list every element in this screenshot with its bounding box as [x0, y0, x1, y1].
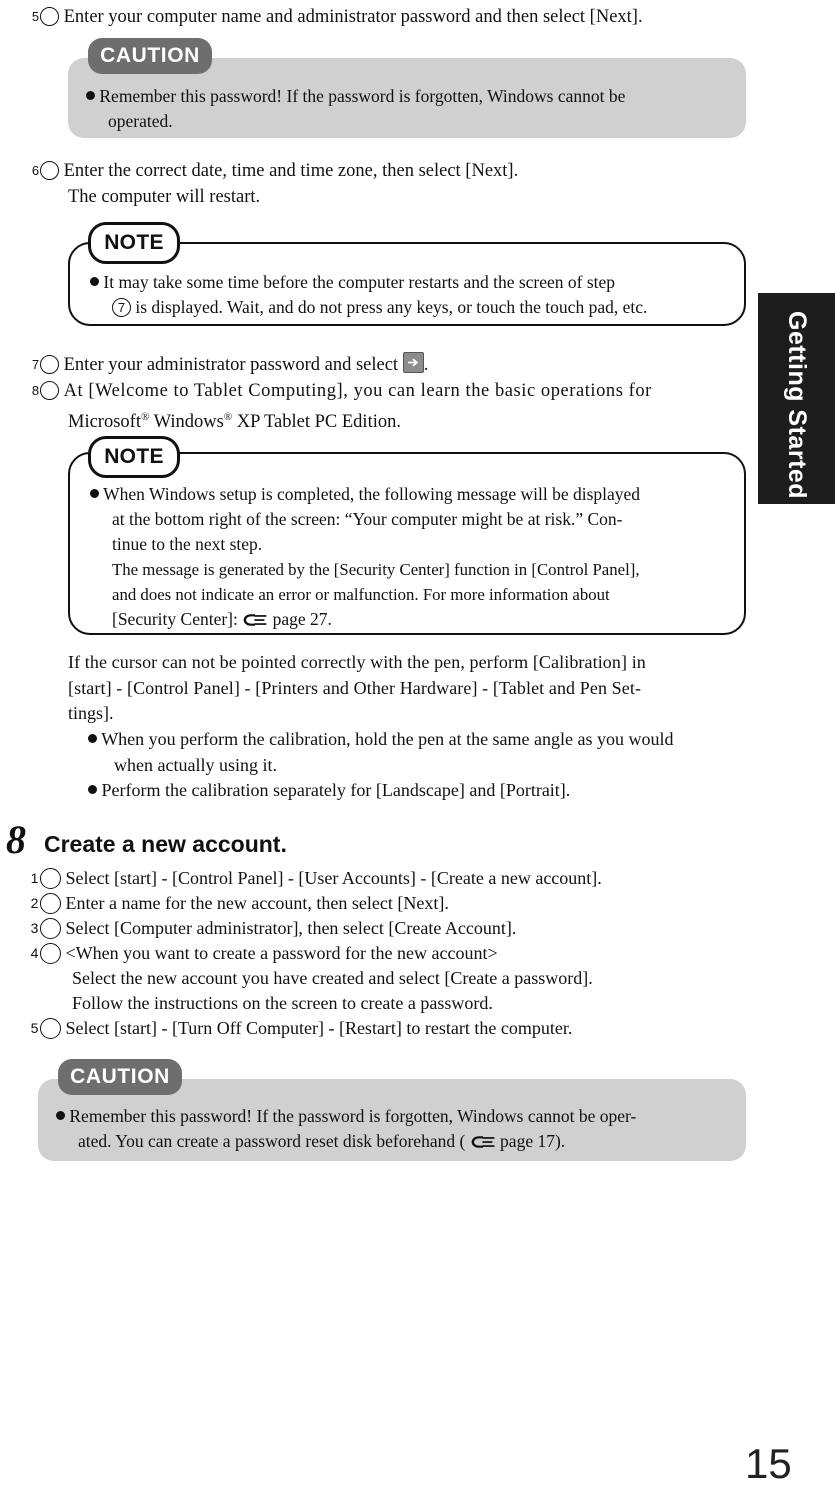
note-security-bullet: When Windows setup is completed, the fol… — [90, 482, 757, 632]
pointing-hand-icon — [470, 1132, 496, 1148]
step-6: 6 Enter the correct date, time and time … — [32, 158, 808, 210]
note-security-page-ref: page 27. — [272, 609, 332, 629]
note-restart-line1: It may take some time before the compute… — [103, 272, 616, 292]
caution-bottom-line2-prefix: ated. You can create a password reset di… — [78, 1131, 466, 1151]
section-8-item: 2 Enter a name for the new account, then… — [31, 891, 760, 916]
step-8-line1: At [Welcome to Tablet Computing], you ca… — [63, 381, 652, 401]
step-8: 8 At [Welcome to Tablet Computing], you … — [32, 378, 808, 435]
note-restart-line2: 7 is displayed. Wait, and do not press a… — [112, 295, 752, 320]
step-5: 5 Enter your computer name and administr… — [32, 4, 808, 30]
caution-top-line1: Remember this password! If the password … — [99, 86, 626, 106]
section-8-item: 4 <When you want to create a password fo… — [31, 941, 760, 1016]
step-6-marker: 6 — [32, 161, 59, 180]
note-restart-step-ref: 7 — [112, 298, 131, 317]
item-marker: 4 — [31, 943, 61, 964]
note-security-line4: The message is generated by the [Securit… — [112, 560, 640, 579]
caution-bottom-page-ref: page 17). — [500, 1131, 566, 1151]
item-line: <When you want to create a password for … — [65, 943, 498, 963]
calibration-bullet-1: When you perform the calibration, hold t… — [88, 727, 784, 778]
side-tab-getting-started: Getting Started — [758, 293, 835, 504]
section-8-item: 5 Select [start] - [Turn Off Computer] -… — [31, 1016, 760, 1041]
item-marker: 1 — [31, 868, 61, 889]
page-number: 15 — [745, 1440, 792, 1487]
step-7-text-after: . — [423, 355, 429, 375]
step-5-marker: 5 — [32, 7, 59, 26]
registered-mark-icon: ® — [223, 411, 233, 423]
item-line: Enter a name for the new account, then s… — [65, 893, 449, 913]
item-line: Select the new account you have created … — [72, 968, 593, 988]
caution-bottom-line2: ated. You can create a password reset di… — [78, 1129, 758, 1154]
item-line: Follow the instructions on the screen to… — [72, 993, 493, 1013]
bullet-icon — [90, 277, 99, 286]
note-security-line2: at the bottom right of the screen: “Your… — [112, 509, 623, 529]
step-8-line2-c: XP Tablet PC Edition. — [232, 412, 401, 433]
calibration-bullet2-text: Perform the calibration separately for [… — [101, 780, 571, 800]
item-line: Select [Computer administrator], then se… — [65, 918, 517, 938]
calibration-line3: tings]. — [68, 703, 114, 723]
note-tab-restart-label: NOTE — [88, 222, 180, 264]
section-8-title: Create a new account. — [44, 831, 287, 857]
note-restart-bullet: It may take some time before the compute… — [90, 270, 752, 320]
step-6-line2: The computer will restart. — [68, 187, 261, 207]
step-8-line2-b: Windows — [149, 412, 224, 433]
section-8-list: 1 Select [start] - [Control Panel] - [Us… — [31, 866, 760, 1041]
caution-tab-bottom-label: CAUTION — [58, 1059, 182, 1095]
step-7-marker: 7 — [32, 355, 59, 374]
note-tab-security-label: NOTE — [88, 436, 180, 478]
caution-tab-top-label: CAUTION — [88, 38, 212, 74]
step-7: 7 Enter your administrator password and … — [32, 352, 808, 378]
caution-bottom-bullet: Remember this password! If the password … — [56, 1104, 758, 1154]
calibration-line2: [start] - [Control Panel] - [Printers an… — [68, 677, 642, 698]
manual-page: 5 Enter your computer name and administr… — [0, 0, 835, 1498]
calibration-bullet1-line1: When you perform the calibration, hold t… — [101, 729, 674, 749]
step-5-text: Enter your computer name and administrat… — [63, 7, 643, 27]
bullet-icon — [88, 785, 97, 794]
step-8-line2: Microsoft® Windows® XP Tablet PC Edition… — [68, 404, 808, 435]
item-line: Select [start] - [Control Panel] - [User… — [65, 868, 602, 888]
section-8-item: 1 Select [start] - [Control Panel] - [Us… — [31, 866, 760, 891]
section-8-number: 8 — [6, 817, 26, 862]
bullet-icon — [90, 489, 99, 498]
item-marker: 2 — [31, 893, 61, 914]
bullet-icon — [56, 1111, 65, 1120]
right-arrow-button-icon[interactable] — [402, 352, 424, 373]
side-tab-label: Getting Started — [783, 311, 811, 500]
step-8-marker: 8 — [32, 381, 59, 400]
note-security-line5: and does not indicate an error or malfun… — [112, 585, 610, 604]
item-marker: 5 — [31, 1018, 61, 1039]
calibration-paragraph: If the cursor can not be pointed correct… — [68, 650, 758, 727]
pointing-hand-icon — [242, 610, 268, 626]
step-6-line1: Enter the correct date, time and time zo… — [63, 161, 519, 181]
section-8-item: 3 Select [Computer administrator], then … — [31, 916, 760, 941]
caution-top-line2: operated. — [108, 111, 173, 131]
calibration-line1: If the cursor can not be pointed correct… — [68, 652, 646, 672]
item-marker: 3 — [31, 918, 61, 939]
bullet-icon — [88, 734, 97, 743]
item-line: Select [start] - [Turn Off Computer] - [… — [65, 1018, 573, 1038]
note-security-line1: When Windows setup is completed, the fol… — [103, 484, 641, 504]
step-8-line2-a: Microsoft — [68, 412, 141, 433]
caution-bottom-line1: Remember this password! If the password … — [69, 1106, 637, 1126]
note-security-line6: [Security Center]: page 27. — [112, 607, 757, 632]
note-security-line6-prefix: [Security Center]: — [112, 609, 238, 629]
note-security-line3: tinue to the next step. — [112, 534, 263, 554]
calibration-bullet-2: Perform the calibration separately for [… — [88, 778, 784, 804]
bullet-icon — [86, 91, 95, 100]
calibration-bullet1-line2: when actually using it. — [114, 754, 277, 775]
caution-top-bullet: Remember this password! If the password … — [86, 84, 748, 134]
note-restart-line2-text: is displayed. Wait, and do not press any… — [135, 297, 648, 317]
step-7-text: Enter your administrator password and se… — [63, 355, 399, 375]
